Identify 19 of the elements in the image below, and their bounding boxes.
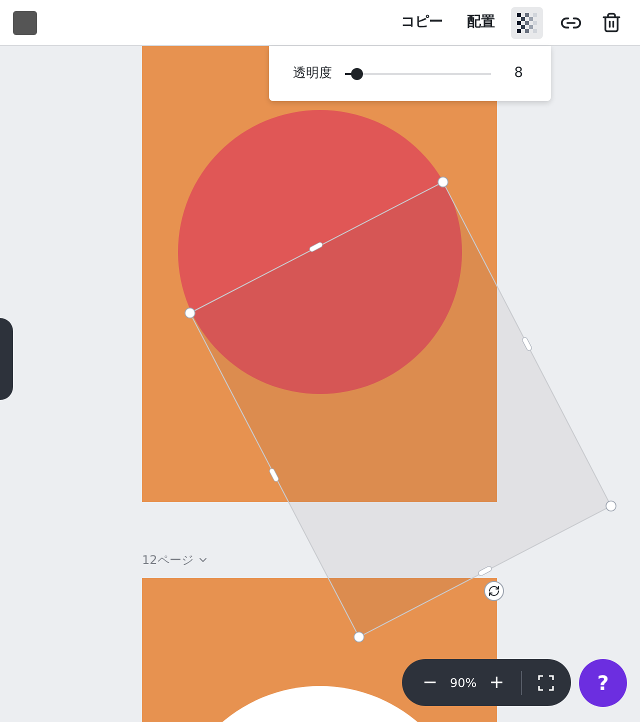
transparency-slider[interactable] [345,68,491,80]
copy-button[interactable]: コピー [397,12,447,33]
color-swatch[interactable] [13,10,37,34]
checkerboard-icon [517,12,537,32]
zoom-level: 90% [450,674,477,692]
fullscreen-icon [538,674,554,690]
fullscreen-button[interactable] [538,674,554,690]
help-button[interactable]: ? [579,659,627,707]
zoom-in-button[interactable]: + [488,669,505,696]
trash-icon [600,12,622,33]
transparency-label: 透明度 [293,64,333,83]
side-panel-tab[interactable] [0,318,13,400]
arrange-button[interactable]: 配置 [463,12,499,33]
rotate-icon [488,585,500,597]
rotate-handle[interactable] [484,581,504,601]
transparency-button[interactable] [511,6,543,38]
zoom-out-button[interactable]: − [422,669,438,696]
transparency-value: 8 [514,64,523,83]
page-title[interactable]: 12ページ [142,551,210,569]
